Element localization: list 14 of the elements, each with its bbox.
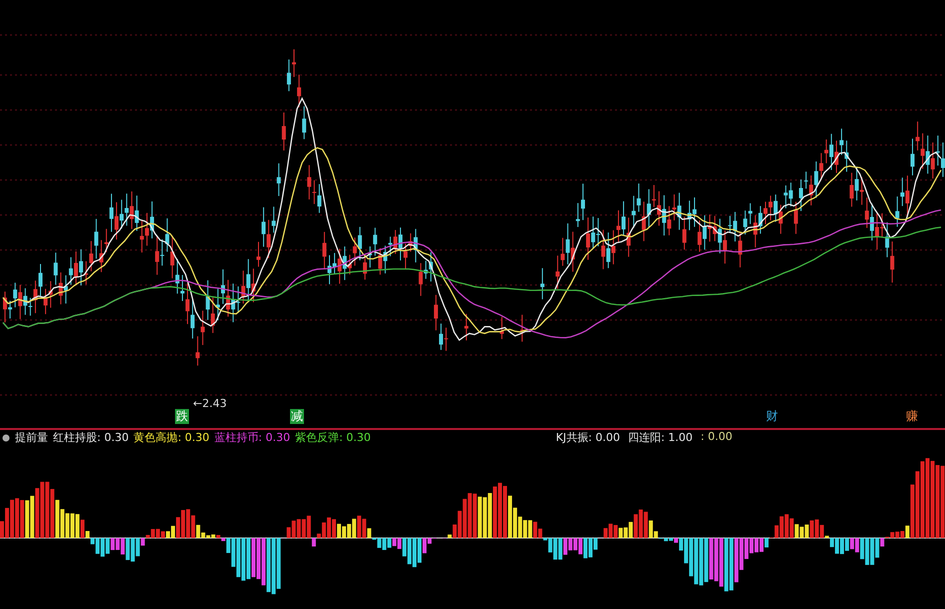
indicator-title: 提前量: [15, 430, 48, 445]
signal-label: 跌: [175, 409, 189, 424]
signal-label: 赚: [905, 409, 919, 424]
price-annotation: ←2.43: [193, 397, 227, 410]
indicator-value: : 0.00: [700, 430, 732, 445]
signal-label: 减: [290, 409, 304, 424]
indicator-value: 紫色反弹: 0.30: [295, 430, 371, 445]
indicator-value: KJ共振: 0.00: [556, 430, 620, 445]
indicator-value: 黄色高抛: 0.30: [134, 430, 210, 445]
circle-icon: [2, 434, 10, 442]
indicator-value: 四连阳: 1.00: [628, 430, 693, 445]
indicator-value: 红柱持股: 0.30: [53, 430, 129, 445]
signal-label: 财: [765, 409, 779, 424]
indicator-value: 蓝柱持币: 0.30: [214, 430, 290, 445]
